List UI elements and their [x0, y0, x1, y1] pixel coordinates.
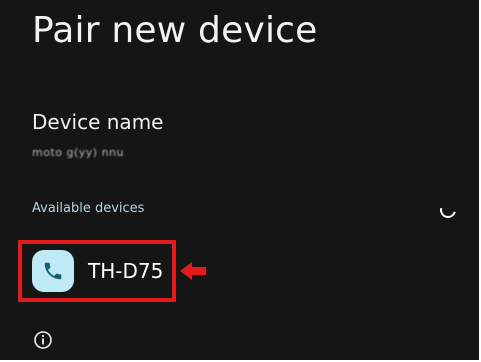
info-icon[interactable]	[33, 330, 53, 350]
device-name-label: Device name	[32, 110, 164, 134]
device-icon	[32, 250, 74, 292]
device-name-value: moto g(yy) nnu	[32, 146, 124, 159]
available-devices-label: Available devices	[32, 201, 145, 216]
device-label: TH-D75	[88, 259, 164, 283]
phone-icon	[44, 262, 62, 280]
device-item-th-d75[interactable]: TH-D75	[32, 249, 163, 293]
left-arrow-icon	[180, 262, 206, 280]
pair-new-device-screen: Pair new device Device name moto g(yy) n…	[0, 0, 481, 362]
loading-spinner-icon	[437, 199, 459, 221]
page-title: Pair new device	[32, 10, 318, 51]
